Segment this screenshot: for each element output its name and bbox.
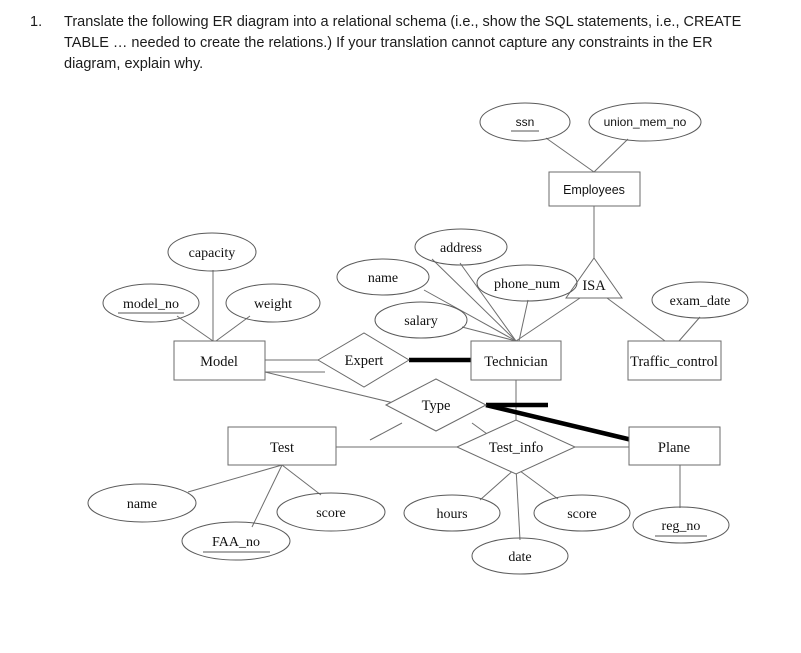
entity-technician[interactable]: Technician — [470, 340, 562, 381]
attribute-date[interactable]: date — [471, 537, 569, 575]
isa-label: ISA — [582, 278, 606, 294]
attribute-label-weight: weight — [254, 297, 292, 312]
attribute-hours[interactable]: hours — [403, 494, 501, 532]
attribute-label-phone-num: phone_num — [494, 277, 560, 292]
relationship-label-expert: Expert — [345, 353, 384, 369]
attribute-faa-no[interactable]: FAA_no — [181, 521, 291, 561]
relationship-label-type: Type — [422, 398, 451, 414]
attribute-label-model-no: model_no — [123, 297, 179, 312]
relationship-test-info[interactable]: Test_info — [455, 419, 577, 475]
attribute-weight[interactable]: weight — [225, 283, 321, 323]
attribute-label-score-test-info: score — [567, 507, 597, 522]
entity-label-employees: Employees — [563, 183, 625, 197]
attribute-label-name-technician: name — [368, 271, 398, 286]
entity-label-traffic-control: Traffic_control — [630, 354, 718, 370]
attribute-address[interactable]: address — [414, 228, 508, 266]
attribute-phone-num[interactable]: phone_num — [476, 264, 578, 302]
attribute-name-technician[interactable]: name — [336, 258, 430, 296]
attribute-label-hours: hours — [436, 507, 467, 522]
attribute-label-exam-date: exam_date — [670, 294, 731, 309]
attribute-capacity[interactable]: capacity — [167, 232, 257, 272]
relationship-expert[interactable]: Expert — [317, 332, 410, 388]
relationship-label-test-info: Test_info — [489, 440, 544, 456]
entity-employees[interactable]: Employees — [548, 171, 641, 207]
entity-label-plane: Plane — [658, 440, 690, 456]
attribute-label-faa-no: FAA_no — [212, 535, 260, 550]
entity-traffic-control[interactable]: Traffic_control — [627, 340, 722, 381]
attribute-label-score-test: score — [316, 506, 346, 521]
attribute-name-test[interactable]: name — [87, 483, 197, 523]
entity-label-test: Test — [270, 440, 294, 456]
attribute-label-ssn: ssn — [516, 115, 535, 129]
entity-model[interactable]: Model — [173, 340, 266, 381]
entity-plane[interactable]: Plane — [628, 426, 721, 466]
attribute-label-date: date — [508, 550, 531, 565]
attribute-label-reg-no: reg_no — [662, 519, 701, 534]
attribute-score-test-info[interactable]: score — [533, 494, 631, 532]
attribute-label-union-mem-no: union_mem_no — [604, 115, 687, 129]
attribute-label-name-test: name — [127, 497, 157, 512]
isa-triangle[interactable]: ISA — [565, 257, 623, 299]
attribute-salary[interactable]: salary — [374, 301, 468, 339]
attribute-label-salary: salary — [404, 314, 437, 329]
attribute-label-address: address — [440, 241, 482, 256]
entity-label-technician: Technician — [484, 354, 548, 370]
attribute-score-test[interactable]: score — [276, 492, 386, 532]
attribute-exam-date[interactable]: exam_date — [651, 281, 749, 319]
entity-label-model: Model — [200, 354, 238, 370]
attribute-union-mem-no[interactable]: union_mem_no — [588, 102, 702, 142]
attribute-ssn[interactable]: ssn — [479, 102, 571, 142]
attribute-model-no[interactable]: model_no — [102, 283, 200, 323]
attribute-label-capacity: capacity — [189, 246, 236, 261]
entity-test[interactable]: Test — [227, 426, 337, 466]
attribute-reg-no[interactable]: reg_no — [632, 506, 730, 544]
er-diagram: Employees Model Technician Traffic_contr… — [0, 0, 801, 653]
